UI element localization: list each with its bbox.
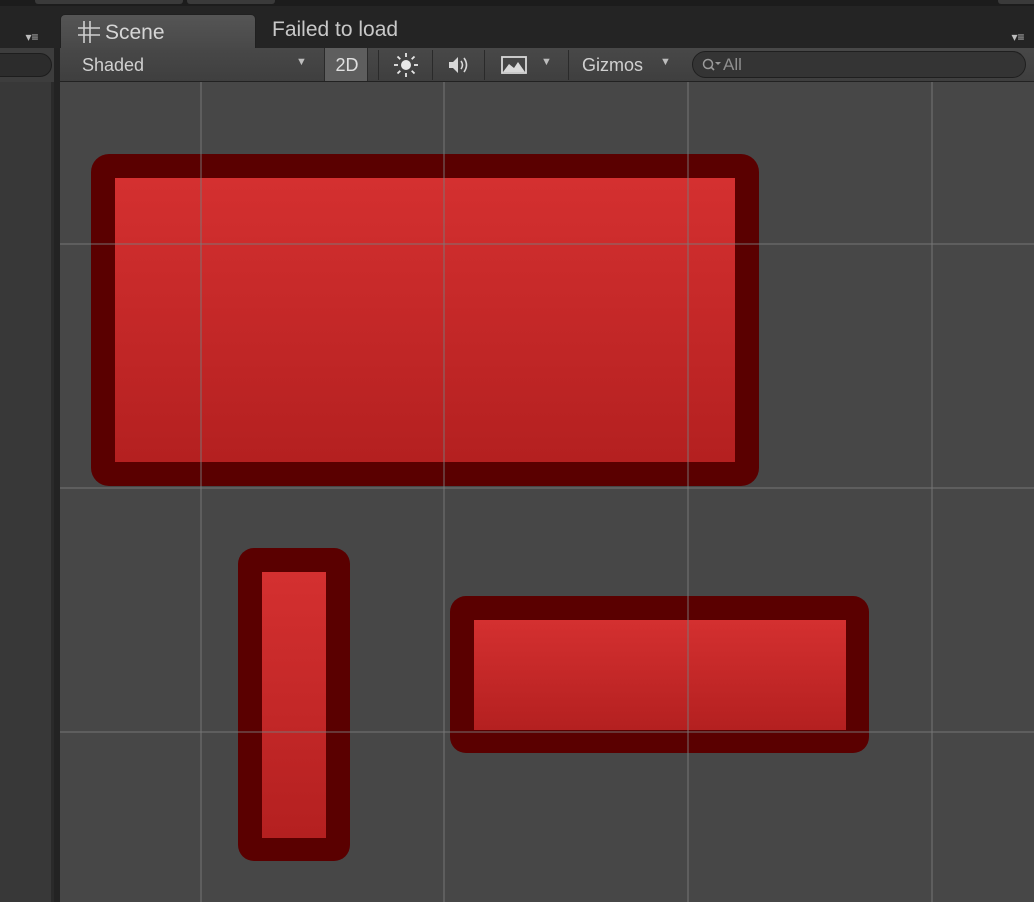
draw-mode-label: Shaded [82,55,145,75]
search-field[interactable] [692,51,1026,78]
search-input[interactable] [721,54,1015,76]
tab-scene[interactable]: Scene [60,14,256,48]
left-panel-menu-icon[interactable]: ▾≡ [16,28,48,46]
chevron-down-icon: ▼ [296,56,307,68]
left-panel-search-field[interactable] [0,53,52,77]
upper-panel-edge [35,0,183,4]
image-effects-icon [501,56,527,74]
gizmos-dropdown[interactable]: Gizmos ▼ [574,48,678,81]
tab-failed-to-load[interactable]: Failed to load [272,18,398,42]
mode-2d-label: 2D [335,55,359,75]
toolbar-separator [432,50,433,80]
chevron-down-icon: ▼ [541,56,552,68]
sprite-wide-box[interactable] [450,596,869,753]
scene-viewport[interactable] [60,82,1034,902]
tab-scene-label: Scene [105,21,165,44]
tab-bar: ▾≡ Scene Failed to load ▾≡ [0,0,1034,48]
panel-menu-icon[interactable]: ▾≡ [1002,28,1034,46]
toolbar-separator [568,50,569,80]
upper-panel-edge [998,0,1034,4]
audio-toggle[interactable] [436,48,480,81]
sprite-large-box[interactable] [91,154,759,486]
left-panel [0,48,54,902]
scene-canvas[interactable] [60,82,1034,902]
left-panel-body [0,82,54,902]
lighting-toggle[interactable] [384,48,428,81]
gizmos-label: Gizmos [582,55,644,75]
magnifier-dropdown-icon [702,58,721,71]
chevron-down-icon: ▼ [660,56,671,68]
scene-toolbar: Shaded ▼ 2D ▼ Gizmos ▼ All [60,48,1034,82]
effects-toggle[interactable] [490,48,538,81]
sprite-tall-box[interactable] [238,548,350,861]
mode-2d-toggle[interactable]: 2D [324,48,368,81]
upper-panel-edge [187,0,275,4]
grid-hash-icon [78,21,100,43]
speaker-icon [449,57,468,73]
toolbar-separator [484,50,485,80]
effects-dropdown[interactable]: ▼ [538,48,556,81]
sun-icon [394,53,418,77]
toolbar-separator [378,50,379,80]
draw-mode-dropdown[interactable]: Shaded ▼ [70,48,314,81]
